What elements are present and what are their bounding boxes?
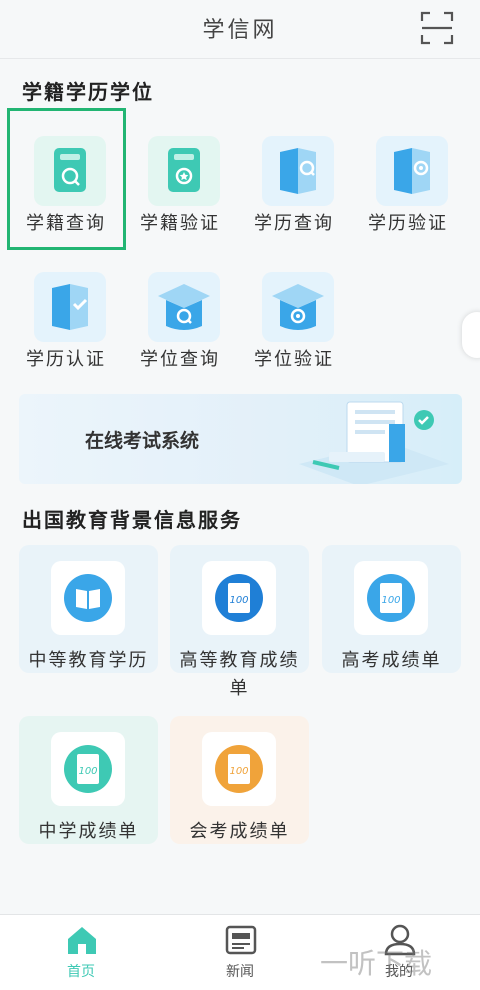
transcript-icon: 100 (202, 561, 276, 635)
app-title: 学信网 (202, 18, 278, 43)
svg-text:100: 100 (229, 766, 248, 777)
online-exam-banner[interactable]: 在线考试系统 (19, 394, 462, 484)
tile-education-cert[interactable]: 学历认证 (10, 268, 122, 378)
nav-news[interactable]: 新闻 (200, 915, 280, 990)
nav-home[interactable]: 首页 (41, 915, 121, 990)
transcript-icon: 100 (354, 561, 428, 635)
tile-degree-verify[interactable]: 学位验证 (238, 268, 350, 378)
tile-label: 学位验证 (254, 349, 334, 370)
education-verify-icon (376, 136, 448, 206)
transcript-icon: 100 (202, 732, 276, 806)
exam-illustration-icon (299, 401, 449, 484)
tile-label: 学历验证 (368, 213, 448, 234)
floating-side-handle[interactable] (462, 312, 480, 358)
card-label: 中学成绩单 (38, 821, 139, 842)
tile-degree-query[interactable]: 学位查询 (124, 268, 236, 378)
news-icon (225, 925, 257, 955)
tile-label: 学籍验证 (140, 213, 220, 234)
tile-student-status-query[interactable]: 学籍查询 (10, 132, 122, 242)
header: 学信网 (0, 0, 480, 59)
home-icon (68, 927, 96, 954)
book-icon (51, 561, 125, 635)
tile-label: 学历查询 (254, 213, 334, 234)
card-secondary-education[interactable]: 中等教育学历 (19, 545, 158, 673)
section-title-student-status: 学籍学历学位 (22, 80, 154, 104)
section-title-study-abroad: 出国教育背景信息服务 (22, 508, 242, 532)
tile-education-verify[interactable]: 学历验证 (352, 132, 464, 242)
card-label: 中等教育学历 (28, 650, 149, 671)
education-query-icon (262, 136, 334, 206)
tile-label: 学籍查询 (26, 213, 106, 234)
student-status-query-icon (34, 136, 106, 206)
tile-label: 学位查询 (140, 349, 220, 370)
card-label: 会考成绩单 (189, 821, 290, 842)
card-gaokao-transcript[interactable]: 100 高考成绩单 (322, 545, 461, 673)
card-huikao-transcript[interactable]: 100 会考成绩单 (170, 716, 309, 844)
watermark: 一听下载 (320, 947, 433, 980)
degree-query-icon (148, 272, 220, 342)
card-label: 高考成绩单 (341, 650, 442, 671)
svg-text:100: 100 (381, 595, 400, 606)
tile-education-query[interactable]: 学历查询 (238, 132, 350, 242)
svg-text:100: 100 (229, 595, 248, 606)
tile-student-status-verify[interactable]: 学籍验证 (124, 132, 236, 242)
scan-icon[interactable] (420, 11, 454, 45)
banner-title: 在线考试系统 (85, 430, 200, 452)
card-higher-education-transcript[interactable]: 100 高等教育成绩单 (170, 545, 309, 699)
student-status-verify-icon (148, 136, 220, 206)
svg-text:100: 100 (78, 766, 97, 777)
nav-label: 首页 (67, 964, 95, 980)
transcript-icon: 100 (51, 732, 125, 806)
tile-label: 学历认证 (26, 349, 106, 370)
degree-verify-icon (262, 272, 334, 342)
education-cert-icon (34, 272, 106, 342)
nav-label: 新闻 (226, 964, 254, 980)
card-middle-school-transcript[interactable]: 100 中学成绩单 (19, 716, 158, 844)
card-label: 高等教育成绩单 (179, 650, 300, 699)
